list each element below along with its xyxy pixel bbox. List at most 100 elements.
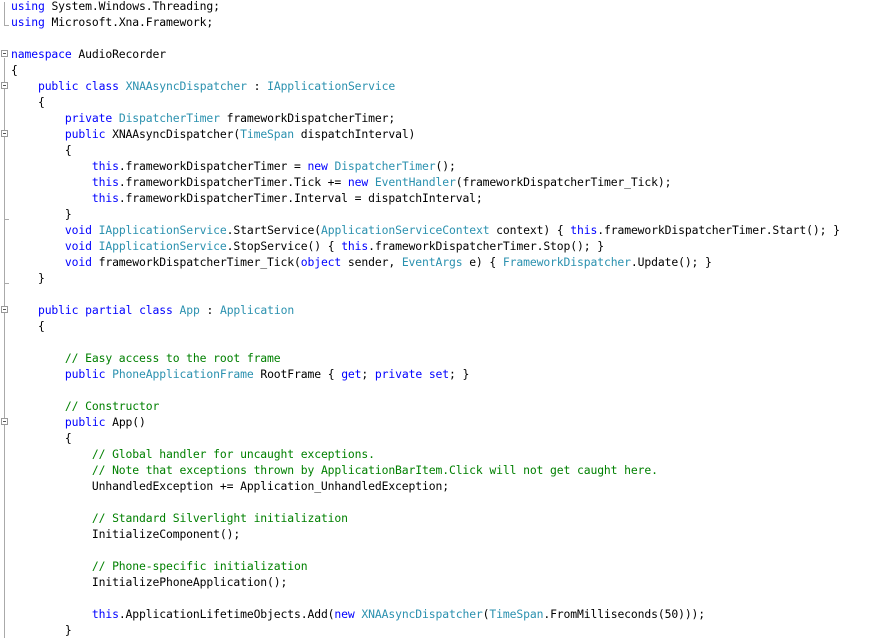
code-line[interactable]: [11, 590, 840, 606]
code-line[interactable]: [11, 494, 840, 510]
text-token: .FromMilliseconds(50)));: [543, 607, 706, 621]
text-token: UnhandledException += Application_Unhand…: [11, 479, 449, 493]
code-line[interactable]: {: [11, 142, 840, 158]
type-token: App: [179, 303, 200, 317]
text-token: {: [11, 143, 72, 157]
text-token: frameworkDispatcherTimer;: [219, 111, 396, 125]
code-line[interactable]: [11, 542, 840, 558]
type-token: IApplicationService: [267, 79, 396, 93]
code-line[interactable]: InitializePhoneApplication();: [11, 574, 840, 590]
code-line[interactable]: this.ApplicationLifetimeObjects.Add(new …: [11, 606, 840, 622]
keyword-token: this: [91, 175, 119, 189]
text-token: frameworkDispatcherTimer_Tick(: [91, 255, 301, 269]
code-line[interactable]: {: [11, 94, 840, 110]
comment-token: // Phone-specific initialization: [91, 559, 308, 573]
collapse-region-icon[interactable]: [1, 418, 8, 425]
code-line[interactable]: }: [11, 206, 840, 222]
code-line[interactable]: void IApplicationService.StartService(Ap…: [11, 222, 840, 238]
code-line[interactable]: using System.Windows.Threading;: [11, 0, 840, 14]
text-token: {: [11, 431, 72, 445]
code-line[interactable]: private DispatcherTimer frameworkDispatc…: [11, 110, 840, 126]
text-token: }: [11, 207, 72, 221]
code-line[interactable]: // Global handler for uncaught exception…: [11, 446, 840, 462]
code-line[interactable]: }: [11, 622, 840, 638]
text-token: :: [199, 303, 220, 317]
code-line[interactable]: void frameworkDispatcherTimer_Tick(objec…: [11, 254, 840, 270]
text-token: XNAAsyncDispatcher(: [105, 127, 241, 141]
code-line[interactable]: [11, 286, 840, 302]
code-line[interactable]: [11, 382, 840, 398]
keyword-token: this: [91, 159, 119, 173]
collapse-region-icon[interactable]: [1, 50, 8, 57]
text-token: ();: [435, 159, 456, 173]
text-token: (frameworkDispatcherTimer_Tick);: [455, 175, 672, 189]
text-token: AudioRecorder: [71, 47, 166, 61]
keyword-token: public: [37, 79, 79, 93]
code-line[interactable]: // Easy access to the root frame: [11, 350, 840, 366]
code-line[interactable]: this.frameworkDispatcherTimer = new Disp…: [11, 158, 840, 174]
outlining-gutter: [0, 0, 10, 638]
code-line[interactable]: // Phone-specific initialization: [11, 558, 840, 574]
text-token: InitializePhoneApplication();: [11, 575, 288, 589]
code-line[interactable]: this.frameworkDispatcherTimer.Interval =…: [11, 190, 840, 206]
code-line[interactable]: [11, 334, 840, 350]
text-token: }: [11, 271, 45, 285]
type-token: TimeSpan: [240, 127, 295, 141]
code-line[interactable]: void IApplicationService.StopService() {…: [11, 238, 840, 254]
type-token: FrameworkDispatcher: [502, 255, 631, 269]
text-token: App(): [105, 415, 146, 429]
type-token: IApplicationService: [98, 223, 227, 237]
code-editor[interactable]: using System.Windows.Threading; using Mic…: [0, 0, 872, 638]
code-line[interactable]: public partial class App : Application: [11, 302, 840, 318]
code-text-area[interactable]: using System.Windows.Threading; using Mic…: [11, 0, 840, 638]
code-line[interactable]: {: [11, 62, 840, 78]
type-token: EventArgs: [401, 255, 463, 269]
collapse-region-icon[interactable]: [1, 82, 8, 89]
code-line[interactable]: }: [11, 270, 840, 286]
code-line[interactable]: UnhandledException += Application_Unhand…: [11, 478, 840, 494]
keyword-token: namespace: [11, 47, 72, 61]
code-line[interactable]: namespace AudioRecorder: [11, 46, 840, 62]
text-token: .frameworkDispatcherTimer.Interval = dis…: [118, 191, 483, 205]
code-line[interactable]: public class XNAAsyncDispatcher : IAppli…: [11, 78, 840, 94]
code-line[interactable]: this.frameworkDispatcherTimer.Tick += ne…: [11, 174, 840, 190]
keyword-token: private: [64, 111, 113, 125]
code-line[interactable]: // Note that exceptions thrown by Applic…: [11, 462, 840, 478]
text-token: ; }: [449, 367, 470, 381]
code-line[interactable]: using Microsoft.Xna.Framework;: [11, 14, 840, 30]
outline-end-tick: [4, 25, 9, 26]
collapse-region-icon[interactable]: [1, 306, 8, 313]
code-line[interactable]: // Constructor: [11, 398, 840, 414]
text-token: .ApplicationLifetimeObjects.Add(: [118, 607, 335, 621]
code-line[interactable]: // Standard Silverlight initialization: [11, 510, 840, 526]
text-token: .frameworkDispatcherTimer =: [118, 159, 308, 173]
code-line[interactable]: [11, 30, 840, 46]
type-token: IApplicationService: [98, 239, 227, 253]
keyword-token: object: [300, 255, 342, 269]
keyword-token: public: [64, 127, 106, 141]
comment-token: // Standard Silverlight initialization: [91, 511, 348, 525]
text-token: e) {: [462, 255, 503, 269]
code-line[interactable]: InitializeComponent();: [11, 526, 840, 542]
keyword-token: public: [37, 303, 79, 317]
code-line[interactable]: {: [11, 430, 840, 446]
keyword-token: class: [85, 79, 119, 93]
type-token: TimeSpan: [489, 607, 544, 621]
collapse-region-icon[interactable]: [1, 130, 8, 137]
text-token: Microsoft.Xna.Framework;: [44, 15, 214, 29]
type-token: DispatcherTimer: [118, 111, 220, 125]
comment-token: // Easy access to the root frame: [64, 351, 281, 365]
code-line[interactable]: public XNAAsyncDispatcher(TimeSpan dispa…: [11, 126, 840, 142]
code-line[interactable]: {: [11, 318, 840, 334]
code-line[interactable]: public PhoneApplicationFrame RootFrame {…: [11, 366, 840, 382]
code-line[interactable]: public App(): [11, 414, 840, 430]
keyword-token: this: [91, 607, 119, 621]
text-token: InitializeComponent();: [11, 527, 241, 541]
